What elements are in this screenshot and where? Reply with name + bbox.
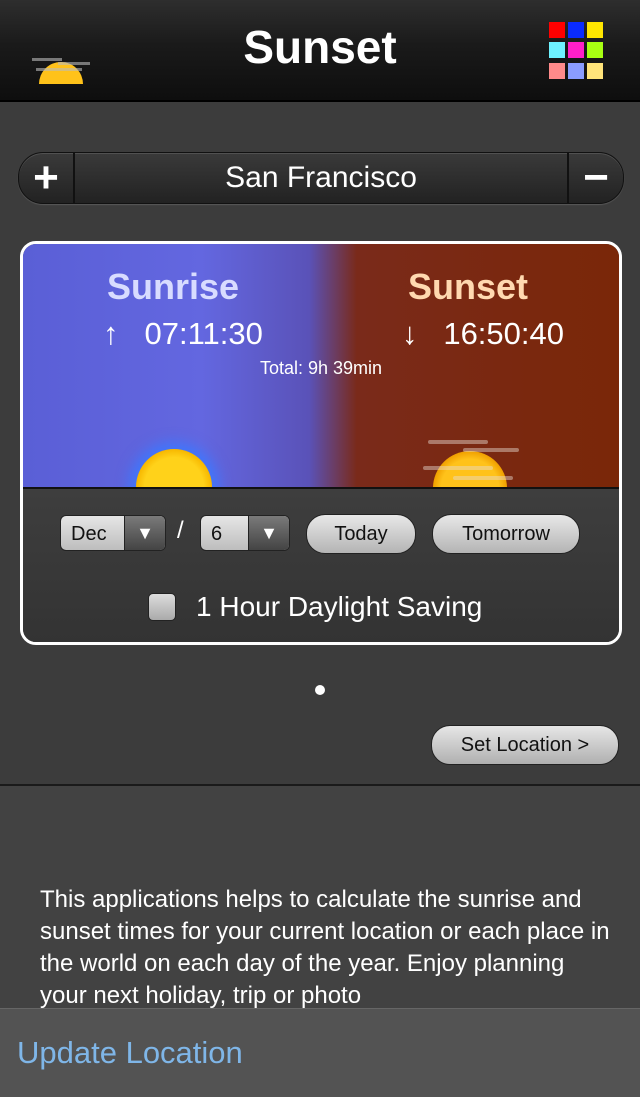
- city-name[interactable]: San Francisco: [75, 153, 567, 203]
- update-location-button[interactable]: Update Location: [17, 1035, 243, 1071]
- haze-line: [463, 448, 519, 452]
- day-select[interactable]: 6 ▼: [200, 515, 290, 551]
- chevron-down-icon[interactable]: ▼: [248, 516, 289, 550]
- haze-line: [428, 440, 488, 444]
- grid-cell: [568, 42, 584, 59]
- main-content: + San Francisco − Sunrise Sunset ↑ 07:11…: [0, 102, 640, 784]
- date-controls: Dec ▼ / 6 ▼ Today Tomorrow 1 Hour Daylig…: [23, 489, 619, 642]
- remove-location-button[interactable]: −: [567, 153, 623, 203]
- sun-times-card: Sunrise Sunset ↑ 07:11:30 ↓ 16:50:40 Tot…: [20, 241, 622, 645]
- grid-cell: [549, 22, 565, 38]
- daylight-saving-checkbox[interactable]: [148, 593, 176, 621]
- set-location-button[interactable]: Set Location >: [431, 725, 619, 765]
- grid-cell: [587, 62, 603, 79]
- sunset-label: Sunset: [407, 266, 529, 307]
- down-arrow-icon: ↓: [401, 316, 418, 351]
- daylight-saving-label: 1 Hour Daylight Saving: [196, 591, 483, 622]
- sunset-time-row: ↓ 16:50:40: [378, 316, 588, 352]
- add-location-button[interactable]: +: [19, 153, 75, 203]
- daylight-saving-row: 1 Hour Daylight Saving: [148, 591, 482, 623]
- day-value: 6: [211, 523, 223, 545]
- app-title: Sunset: [243, 21, 397, 73]
- month-value: Dec: [71, 523, 107, 545]
- grid-cell: [587, 42, 603, 59]
- tomorrow-button[interactable]: Tomorrow: [432, 514, 580, 554]
- color-grid-icon[interactable]: [549, 22, 607, 80]
- grid-cell: [549, 62, 565, 79]
- haze-line: [423, 466, 493, 470]
- rising-sun-icon: [136, 449, 212, 487]
- app-description: This applications helps to calculate the…: [40, 886, 610, 1009]
- chevron-down-icon[interactable]: ▼: [124, 516, 165, 550]
- grid-cell: [587, 22, 603, 38]
- sunrise-label: Sunrise: [106, 266, 240, 307]
- haze-line: [453, 476, 513, 480]
- header-bar: Sunset: [0, 0, 640, 102]
- setting-sun-icon: [433, 451, 507, 487]
- sunrise-time: 07:11:30: [144, 316, 263, 351]
- page-indicator[interactable]: [315, 685, 325, 695]
- daylight-total: Total: 9h 39min: [259, 358, 383, 378]
- location-bar: + San Francisco −: [18, 152, 624, 204]
- grid-cell: [549, 42, 565, 59]
- grid-cell: [568, 62, 584, 79]
- month-select[interactable]: Dec ▼: [60, 515, 166, 551]
- today-button[interactable]: Today: [306, 514, 416, 554]
- sky-panel: Sunrise Sunset ↑ 07:11:30 ↓ 16:50:40 Tot…: [23, 244, 619, 489]
- sunset-time: 16:50:40: [443, 316, 564, 351]
- grid-cell: [568, 22, 584, 38]
- sunrise-time-row: ↑ 07:11:30: [83, 316, 283, 352]
- date-separator: /: [177, 517, 184, 544]
- bottom-toolbar: Update Location: [0, 1008, 640, 1097]
- up-arrow-icon: ↑: [103, 316, 119, 351]
